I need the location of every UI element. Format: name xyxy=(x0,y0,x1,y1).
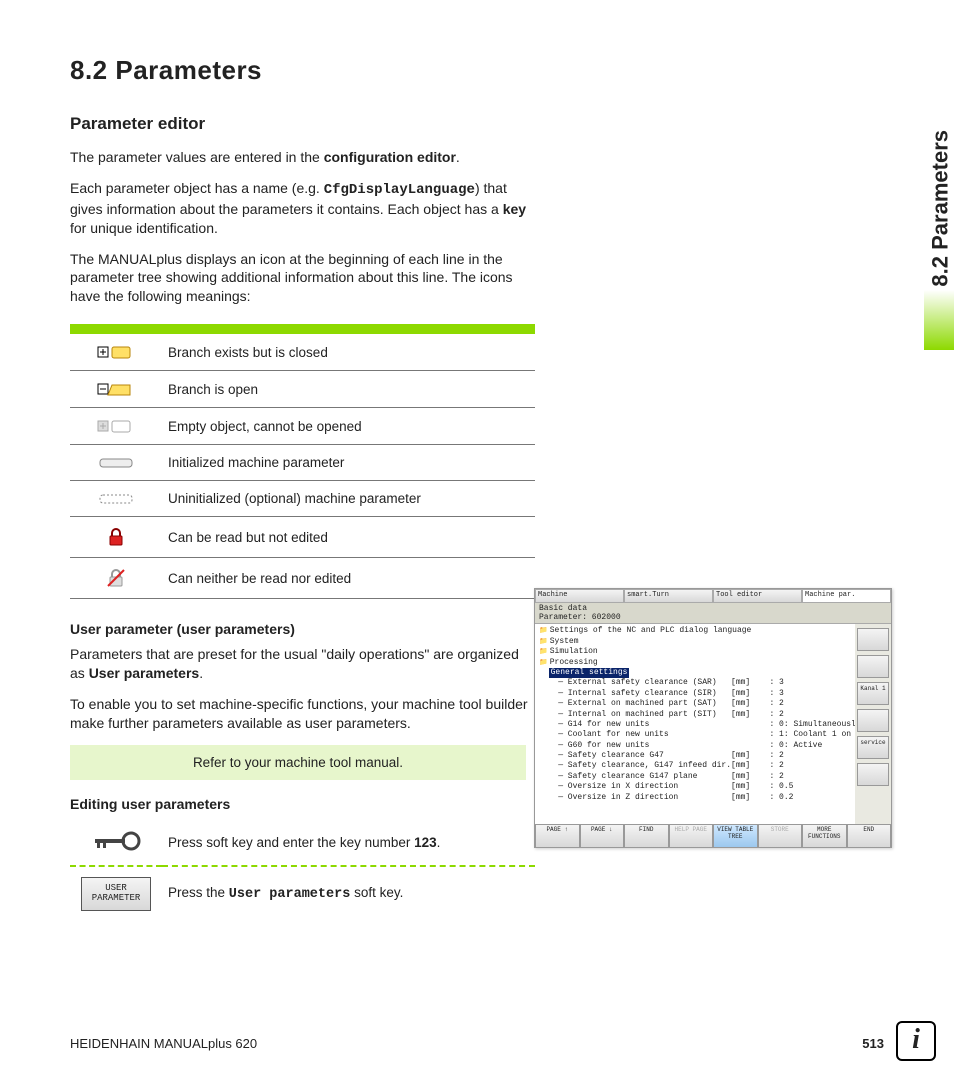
ss-softkey[interactable]: PAGE ↓ xyxy=(580,824,625,848)
icon-row: Empty object, cannot be opened xyxy=(70,408,535,445)
ss-softkey[interactable]: MORE FUNCTIONS xyxy=(802,824,847,848)
user-parameter-softkey[interactable]: USER PARAMETER xyxy=(81,877,151,911)
steps-table: Press soft key and enter the key number … xyxy=(70,820,535,921)
ss-side-button[interactable]: service xyxy=(857,736,889,759)
ss-softkey[interactable]: FIND xyxy=(624,824,669,848)
icon-desc: Uninitialized (optional) machine paramet… xyxy=(162,481,535,517)
para-2c: for unique identification. xyxy=(70,220,218,236)
footer-left: HEIDENHAIN MANUALplus 620 xyxy=(70,1036,257,1051)
para-3: The MANUALplus displays an icon at the b… xyxy=(70,250,530,307)
ss-side-button[interactable] xyxy=(857,628,889,651)
ss-softkey[interactable]: STORE xyxy=(758,824,803,848)
ss-tree-param[interactable]: — Internal on machined part (SIT) [mm] :… xyxy=(539,710,851,720)
ss-tree-param[interactable]: — External on machined part (SAT) [mm] :… xyxy=(539,699,851,709)
ss-tree-param[interactable]: — Oversize in Z direction [mm] : 0.2 xyxy=(539,793,851,803)
ss-tree-param[interactable]: — External safety clearance (SAR) [mm] :… xyxy=(539,678,851,688)
step-1-num: 123 xyxy=(414,835,437,850)
page-number: 513 xyxy=(862,1036,884,1051)
editor-screenshot: Machinesmart.TurnTool editorMachine par.… xyxy=(534,588,892,848)
key-icon xyxy=(91,830,141,855)
ss-tab[interactable]: Machine par. xyxy=(802,589,891,603)
uninit-param-icon xyxy=(70,481,162,517)
ss-side-button[interactable]: Kanal 1 xyxy=(857,682,889,705)
step-2a: Press the xyxy=(168,885,229,900)
key-term: key xyxy=(503,201,526,217)
icon-desc: Branch exists but is closed xyxy=(162,334,535,371)
ss-tree-folder[interactable]: System xyxy=(539,637,851,647)
step-1-text: Press soft key and enter the key number … xyxy=(162,820,535,865)
icon-desc: Empty object, cannot be opened xyxy=(162,408,535,445)
ss-side-button[interactable] xyxy=(857,709,889,732)
ss-tree-param[interactable]: — Safety clearance G147 plane [mm] : 2 xyxy=(539,772,851,782)
step-2-text: Press the User parameters soft key. xyxy=(162,866,535,921)
icon-row: Initialized machine parameter xyxy=(70,445,535,481)
cfg-code: CfgDisplayLanguage xyxy=(324,182,475,198)
side-section-label: 8.2 Parameters xyxy=(928,130,954,287)
icon-row: Can neither be read nor edited xyxy=(70,558,535,599)
side-color-tab xyxy=(924,290,954,350)
branch-closed-icon xyxy=(70,334,162,371)
ss-tree-selected[interactable]: General settings xyxy=(539,668,851,678)
ss-tree-param[interactable]: — G14 for new units : 0: Simultaneously xyxy=(539,720,851,730)
ss-tree-param[interactable]: — Safety clearance, G147 infeed dir.[mm]… xyxy=(539,761,851,771)
softkey-line2: PARAMETER xyxy=(92,893,141,903)
ss-tree-folder[interactable]: Simulation xyxy=(539,647,851,657)
ss-softkey[interactable]: HELP PAGE xyxy=(669,824,714,848)
ss-tree-folder[interactable]: Settings of the NC and PLC dialog langua… xyxy=(539,626,851,636)
ss-tree-param[interactable]: — Internal safety clearance (SIR) [mm] :… xyxy=(539,689,851,699)
step-2-code: User parameters xyxy=(229,887,351,902)
step-1a: Press soft key and enter the key number xyxy=(168,835,414,850)
no-access-icon xyxy=(70,558,162,599)
ss-side-button[interactable] xyxy=(857,655,889,678)
page-footer: HEIDENHAIN MANUALplus 620 513 xyxy=(70,1036,884,1051)
para-1: The parameter values are entered in the … xyxy=(70,148,530,167)
config-editor-term: configuration editor xyxy=(324,149,456,165)
ss-tab[interactable]: smart.Turn xyxy=(624,589,713,603)
empty-object-icon xyxy=(70,408,162,445)
ss-tree-param[interactable]: — Coolant for new units : 1: Coolant 1 o… xyxy=(539,730,851,740)
ss-softkey[interactable]: END xyxy=(847,824,892,848)
step-2b: soft key. xyxy=(350,885,403,900)
ss-tab[interactable]: Tool editor xyxy=(713,589,802,603)
section-title: 8.2 Parameters xyxy=(70,55,884,86)
ss-side-button[interactable] xyxy=(857,763,889,786)
icon-desc: Initialized machine parameter xyxy=(162,445,535,481)
user-param-p2: To enable you to set machine-specific fu… xyxy=(70,695,530,733)
icon-row: Branch exists but is closed xyxy=(70,334,535,371)
ss-header-2: Parameter: 602000 xyxy=(539,613,887,622)
ss-tab[interactable]: Machine xyxy=(535,589,624,603)
icon-desc: Can be read but not edited xyxy=(162,517,535,558)
icon-row: Uninitialized (optional) machine paramet… xyxy=(70,481,535,517)
read-only-icon xyxy=(70,517,162,558)
branch-open-icon xyxy=(70,371,162,408)
subsection-title: Parameter editor xyxy=(70,114,884,134)
ss-tree-param[interactable]: — G60 for new units : 0: Active xyxy=(539,741,851,751)
user-param-p1: Parameters that are preset for the usual… xyxy=(70,645,530,683)
info-icon: i xyxy=(896,1021,936,1061)
ss-softkey[interactable]: PAGE ↑ xyxy=(535,824,580,848)
icon-meaning-table: Branch exists but is closedBranch is ope… xyxy=(70,324,535,599)
para-2: Each parameter object has a name (e.g. C… xyxy=(70,179,530,238)
para-2a: Each parameter object has a name (e.g. xyxy=(70,180,324,196)
ss-tree-param[interactable]: — Oversize in X direction [mm] : 0.5 xyxy=(539,782,851,792)
ss-header-1: Basic data xyxy=(539,604,887,613)
ss-softkey[interactable]: VIEW TABLE TREE xyxy=(713,824,758,848)
user-param-term: User parameters xyxy=(89,665,200,681)
para-1a: The parameter values are entered in the xyxy=(70,149,324,165)
icon-row: Branch is open xyxy=(70,371,535,408)
softkey-line1: USER xyxy=(105,883,127,893)
init-param-icon xyxy=(70,445,162,481)
note-box: Refer to your machine tool manual. xyxy=(70,745,526,780)
ss-tree-param[interactable]: — Safety clearance G47 [mm] : 2 xyxy=(539,751,851,761)
icon-desc: Branch is open xyxy=(162,371,535,408)
icon-row: Can be read but not edited xyxy=(70,517,535,558)
ss-tree-folder[interactable]: Processing xyxy=(539,658,851,668)
icon-desc: Can neither be read nor edited xyxy=(162,558,535,599)
